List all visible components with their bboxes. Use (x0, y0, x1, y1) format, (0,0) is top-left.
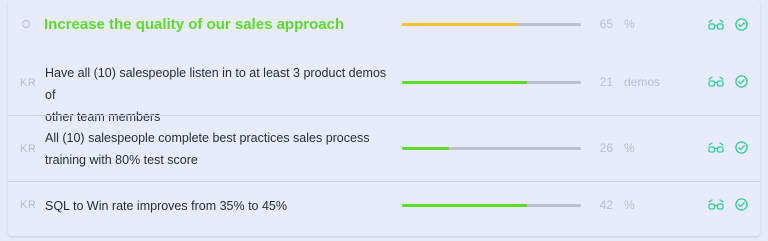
objective-value: 65 (599, 17, 613, 31)
kr-progress-bar (402, 81, 581, 84)
check-circle-icon[interactable] (735, 198, 748, 211)
kr-progress-fill (402, 147, 449, 150)
glasses-icon[interactable] (708, 19, 724, 31)
kr-text-line: All (10) salespeople complete best pract… (45, 131, 370, 145)
glasses-icon[interactable] (708, 142, 724, 154)
kr-progress-bar (402, 204, 581, 207)
kr-tag: KR (20, 77, 37, 89)
kr-progress-fill (402, 204, 528, 207)
key-result-row[interactable]: KR Have all (10) salespeople listen in t… (8, 50, 760, 124)
kr-text-line: SQL to Win rate improves from 35% to 45% (45, 199, 287, 213)
kr-tag: KR (20, 143, 37, 155)
kr-unit: % (624, 141, 635, 155)
kr-unit: % (624, 198, 635, 212)
check-circle-icon[interactable] (735, 141, 748, 154)
kr-unit: demos (624, 75, 661, 89)
check-circle-icon[interactable] (735, 75, 748, 88)
key-result-row[interactable]: KR SQL to Win rate improves from 35% to … (8, 181, 760, 236)
glasses-icon[interactable] (708, 199, 724, 211)
okr-panel: Increase the quality of our sales approa… (8, 0, 760, 236)
kr-value: 26 (599, 141, 613, 155)
kr-text-line: Have all (10) salespeople listen in to a… (45, 66, 387, 102)
objective-title: Increase the quality of our sales approa… (44, 16, 345, 33)
kr-text: All (10) salespeople complete best pract… (45, 127, 400, 171)
kr-value: 21 (599, 75, 613, 89)
kr-text-line: training with 80% test score (45, 153, 198, 167)
kr-value: 42 (599, 198, 613, 212)
objective-row[interactable]: Increase the quality of our sales approa… (8, 0, 760, 50)
check-circle-icon[interactable] (735, 18, 748, 31)
key-result-row[interactable]: KR All (10) salespeople complete best pr… (8, 115, 760, 182)
objective-unit: % (624, 17, 635, 31)
objective-progress-fill (402, 23, 519, 26)
kr-tag: KR (20, 199, 37, 211)
kr-progress-bar (402, 147, 581, 150)
objective-circle-icon (22, 20, 30, 28)
kr-progress-fill (402, 81, 528, 84)
glasses-icon[interactable] (708, 76, 724, 88)
objective-progress-bar (402, 23, 581, 26)
kr-text: SQL to Win rate improves from 35% to 45% (45, 195, 400, 217)
